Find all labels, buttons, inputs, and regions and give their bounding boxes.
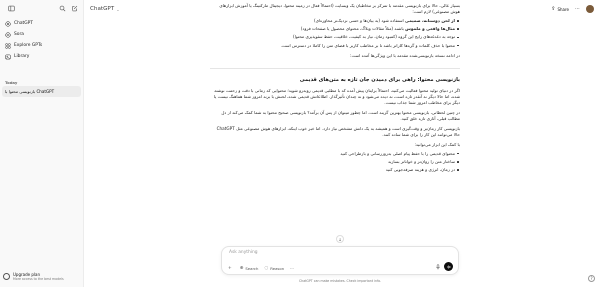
list-item: محتوا با حذف کلمات و گره‌ها کاراتر باشد …: [210, 43, 460, 49]
scroll-down-button[interactable]: ↓: [336, 235, 344, 243]
library-icon: [5, 54, 11, 60]
assistant-message: بسیار عالی، حالا برای بازنویسی مقدمه با …: [210, 3, 460, 175]
article-paragraph: در چنین لحظاتی، بازنویسی محتوا بهترین گز…: [221, 109, 460, 121]
microphone-icon[interactable]: [435, 263, 441, 270]
sidebar-item-sora[interactable]: Sora: [0, 29, 83, 40]
list-item: ساختار متن را روان‌تر و خواناتر بسازید: [210, 159, 460, 165]
sidebar-item-explore-gpts[interactable]: Explore GPTs: [0, 40, 83, 51]
sidebar-section-today: Today: [5, 79, 18, 85]
list-item: از لحن دوستانه، صمیمی استفاده شود (به بی…: [210, 18, 460, 24]
toggle-sidebar-icon[interactable]: [6, 3, 16, 13]
divider: [210, 67, 460, 69]
chatgpt-logo-icon: [5, 20, 11, 27]
sidebar-item-label: Sora: [14, 32, 24, 37]
benefits-list: محتوای قدیمی را با حفظ پیام اصلی به‌روزر…: [210, 151, 460, 173]
arrow-down-icon: ↓: [338, 236, 342, 242]
share-label: Share: [557, 6, 569, 12]
sidebar-toolbar: [0, 0, 83, 16]
upgrade-subtitle: More access to the best models: [13, 276, 64, 281]
sidebar-item-label: ChatGPT: [14, 21, 33, 26]
message-intro: بسیار عالی، حالا برای بازنویسی مقدمه با …: [219, 3, 460, 14]
message-continue: در ادامه نسخه بازنویسی‌شده مقدمه با این …: [350, 52, 460, 58]
attach-button[interactable]: +: [228, 266, 234, 271]
upgrade-icon: [3, 272, 10, 280]
requirements-list: از لحن دوستانه، صمیمی استفاده شود (به بی…: [210, 18, 460, 49]
new-chat-icon[interactable]: [69, 3, 79, 13]
sidebar: ChatGPT Sora Explore GPTs Library Today …: [0, 0, 84, 287]
search-button[interactable]: ⊕ Search: [240, 266, 259, 271]
list-item: توجه به دغدغه‌های رایج این گروه (کمبود ز…: [210, 34, 460, 40]
plus-icon: +: [228, 266, 232, 271]
help-button[interactable]: ?: [588, 275, 595, 282]
disclaimer: ChatGPT can make mistakes. Check importa…: [298, 279, 382, 283]
voice-mode-button[interactable]: [444, 262, 453, 271]
question-icon: ?: [590, 276, 593, 281]
message-composer[interactable]: Ask anything + ⊕ Search ◌ Reason ⋯: [221, 246, 459, 275]
model-label: ChatGPT: [90, 6, 115, 12]
sora-icon: [5, 31, 11, 38]
list-item: مثال‌ها واقعی و ملموس باشند (مثلاً مقالا…: [210, 26, 460, 32]
composer-tools: + ⊕ Search ◌ Reason ⋯: [228, 266, 300, 271]
more-tools-button[interactable]: ⋯: [290, 266, 294, 271]
article-paragraph: بازنویسی کار زمان‌بر و وقت‌گیری است و هم…: [216, 125, 460, 137]
upgrade-plan-button[interactable]: Upgrade plan More access to the best mod…: [3, 268, 80, 284]
list-item: محتوای قدیمی را با حفظ پیام اصلی به‌روزر…: [210, 151, 460, 157]
explore-gpts-icon: [5, 42, 11, 49]
ellipsis-icon: ⋯: [290, 266, 294, 271]
model-selector[interactable]: ChatGPT ⌄: [90, 6, 120, 12]
sidebar-item-library[interactable]: Library: [0, 51, 83, 62]
reason-button[interactable]: ◌ Reason: [264, 266, 284, 271]
share-icon: ⇪: [551, 6, 556, 12]
article-heading: بازنویسی محتوا: راهی برای دمیدن جان تازه…: [299, 76, 460, 83]
sidebar-item-label: Explore GPTs: [14, 43, 43, 48]
article-paragraph: اگر در دنیای تولید محتوا فعالیت می‌کنید،…: [213, 87, 460, 105]
list-item: در زمان، انرژی و هزینه صرفه‌جویی کنید: [210, 167, 460, 173]
sidebar-item-label: Library: [14, 54, 30, 59]
message-input[interactable]: Ask anything: [229, 250, 258, 255]
avatar[interactable]: [586, 5, 594, 13]
search-chats-icon[interactable]: [57, 3, 67, 13]
composer-actions: [435, 262, 453, 271]
sidebar-nav: ChatGPT Sora Explore GPTs Library: [0, 18, 83, 62]
share-button[interactable]: ⇪ Share: [551, 6, 569, 12]
lightbulb-icon: ◌: [264, 266, 269, 271]
article-paragraph: با کمک این ابزار می‌توانید:: [414, 141, 460, 147]
globe-icon: ⊕: [239, 266, 244, 271]
sidebar-item-chatgpt[interactable]: ChatGPT: [0, 18, 83, 29]
sidebar-chat-item-active[interactable]: بازنویسی محتوا با ChatGPT: [2, 86, 81, 97]
chevron-down-icon: ⌄: [116, 6, 120, 12]
more-options-icon[interactable]: ⋯: [575, 6, 580, 12]
voice-waveform-icon: [446, 265, 450, 268]
